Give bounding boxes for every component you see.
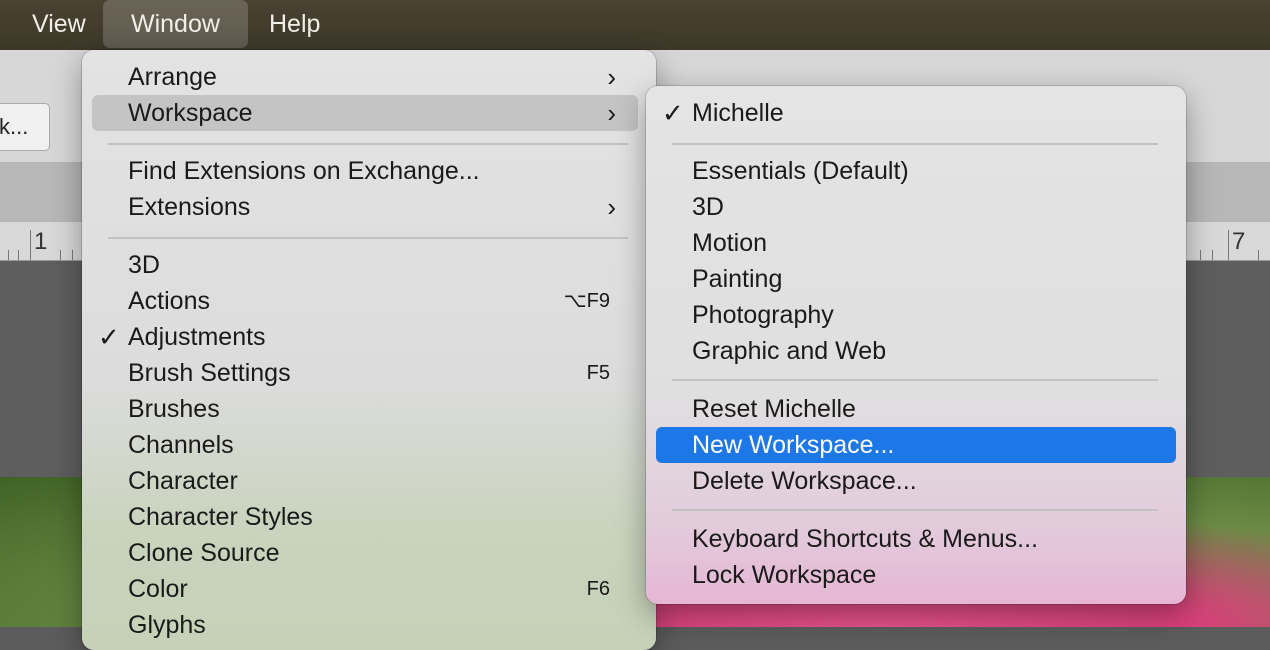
menu-item-3d-workspace[interactable]: 3D [656, 189, 1176, 225]
menu-item-label: Character [128, 467, 238, 495]
menu-item-michelle[interactable]: ✓ Michelle [656, 95, 1176, 131]
menu-item-glyphs[interactable]: Glyphs [92, 607, 638, 643]
menu-window[interactable]: Window [103, 0, 248, 48]
menu-item-label: Clone Source [128, 539, 280, 567]
menu-item-extensions[interactable]: Extensions › [92, 189, 638, 225]
menu-item-label: Graphic and Web [692, 337, 887, 365]
menu-item-label: Glyphs [128, 611, 206, 639]
menu-item-adjustments[interactable]: ✓ Adjustments [92, 319, 638, 355]
menu-item-label: Arrange [128, 63, 217, 91]
menu-item-label: Lock Workspace [692, 561, 877, 589]
menu-item-photography[interactable]: Photography [656, 297, 1176, 333]
menu-separator [108, 143, 628, 145]
menu-item-label: Color [128, 575, 188, 603]
menu-help[interactable]: Help [241, 0, 348, 48]
menu-separator [672, 379, 1158, 381]
ruler-label: 1 [34, 228, 48, 255]
menu-item-channels[interactable]: Channels [92, 427, 638, 463]
menu-item-essentials[interactable]: Essentials (Default) [656, 153, 1176, 189]
menu-item-brushes[interactable]: Brushes [92, 391, 638, 427]
menu-item-keyboard-shortcuts[interactable]: Keyboard Shortcuts & Menus... [656, 521, 1176, 557]
menu-item-label: Actions [128, 287, 210, 315]
menu-item-character-styles[interactable]: Character Styles [92, 499, 638, 535]
menu-item-arrange[interactable]: Arrange › [92, 59, 638, 95]
menu-item-label: Find Extensions on Exchange... [128, 157, 480, 185]
menu-item-find-extensions[interactable]: Find Extensions on Exchange... [92, 153, 638, 189]
menu-item-graphic-and-web[interactable]: Graphic and Web [656, 333, 1176, 369]
window-menu: Arrange › Workspace › Find Extensions on… [82, 50, 656, 650]
menu-separator [108, 237, 628, 239]
menu-item-reset-michelle[interactable]: Reset Michelle [656, 391, 1176, 427]
menu-item-label: Essentials (Default) [692, 157, 909, 185]
menu-item-label: 3D [128, 251, 160, 279]
menu-item-workspace[interactable]: Workspace › [92, 95, 638, 131]
menu-item-label: Character Styles [128, 503, 313, 531]
menu-item-label: Workspace [128, 99, 253, 127]
menu-item-clone-source[interactable]: Clone Source [92, 535, 638, 571]
menu-view[interactable]: View [4, 0, 114, 48]
menu-item-label: Brush Settings [128, 359, 291, 387]
menu-item-lock-workspace[interactable]: Lock Workspace [656, 557, 1176, 593]
menu-item-3d[interactable]: 3D [92, 247, 638, 283]
menu-item-label: Delete Workspace... [692, 467, 917, 495]
ruler-label: 7 [1232, 228, 1246, 255]
menu-item-label: Adjustments [128, 323, 266, 351]
menu-item-new-workspace[interactable]: New Workspace... [656, 427, 1176, 463]
chevron-right-icon: › [607, 192, 616, 222]
menu-item-label: Motion [692, 229, 768, 257]
shortcut-label: ⌥F9 [563, 290, 610, 312]
menu-item-color[interactable]: Color F6 [92, 571, 638, 607]
menu-item-label: Brushes [128, 395, 220, 423]
menu-item-character[interactable]: Character [92, 463, 638, 499]
checkmark-icon: ✓ [662, 98, 684, 128]
menu-item-label: 3D [692, 193, 724, 221]
menu-item-painting[interactable]: Painting [656, 261, 1176, 297]
menu-item-label: Michelle [692, 99, 784, 127]
menu-item-motion[interactable]: Motion [656, 225, 1176, 261]
menu-bar: View Window Help [0, 0, 1270, 50]
shortcut-label: F6 [586, 578, 610, 600]
chevron-right-icon: › [607, 62, 616, 92]
menu-item-actions[interactable]: Actions ⌥F9 [92, 283, 638, 319]
menu-item-label: Painting [692, 265, 783, 293]
menu-item-label: Keyboard Shortcuts & Menus... [692, 525, 1039, 553]
menu-separator [672, 509, 1158, 511]
menu-item-label: Channels [128, 431, 234, 459]
options-button[interactable]: k... [0, 103, 50, 151]
workspace-submenu: ✓ Michelle Essentials (Default) 3D Motio… [646, 86, 1186, 604]
checkmark-icon: ✓ [98, 322, 120, 352]
menu-item-brush-settings[interactable]: Brush Settings F5 [92, 355, 638, 391]
menu-item-label: New Workspace... [692, 431, 895, 459]
menu-separator [672, 143, 1158, 145]
menu-item-label: Reset Michelle [692, 395, 856, 423]
menu-item-delete-workspace[interactable]: Delete Workspace... [656, 463, 1176, 499]
menu-item-label: Extensions [128, 193, 251, 221]
shortcut-label: F5 [586, 362, 610, 384]
menu-item-label: Photography [692, 301, 834, 329]
chevron-right-icon: › [607, 98, 616, 128]
